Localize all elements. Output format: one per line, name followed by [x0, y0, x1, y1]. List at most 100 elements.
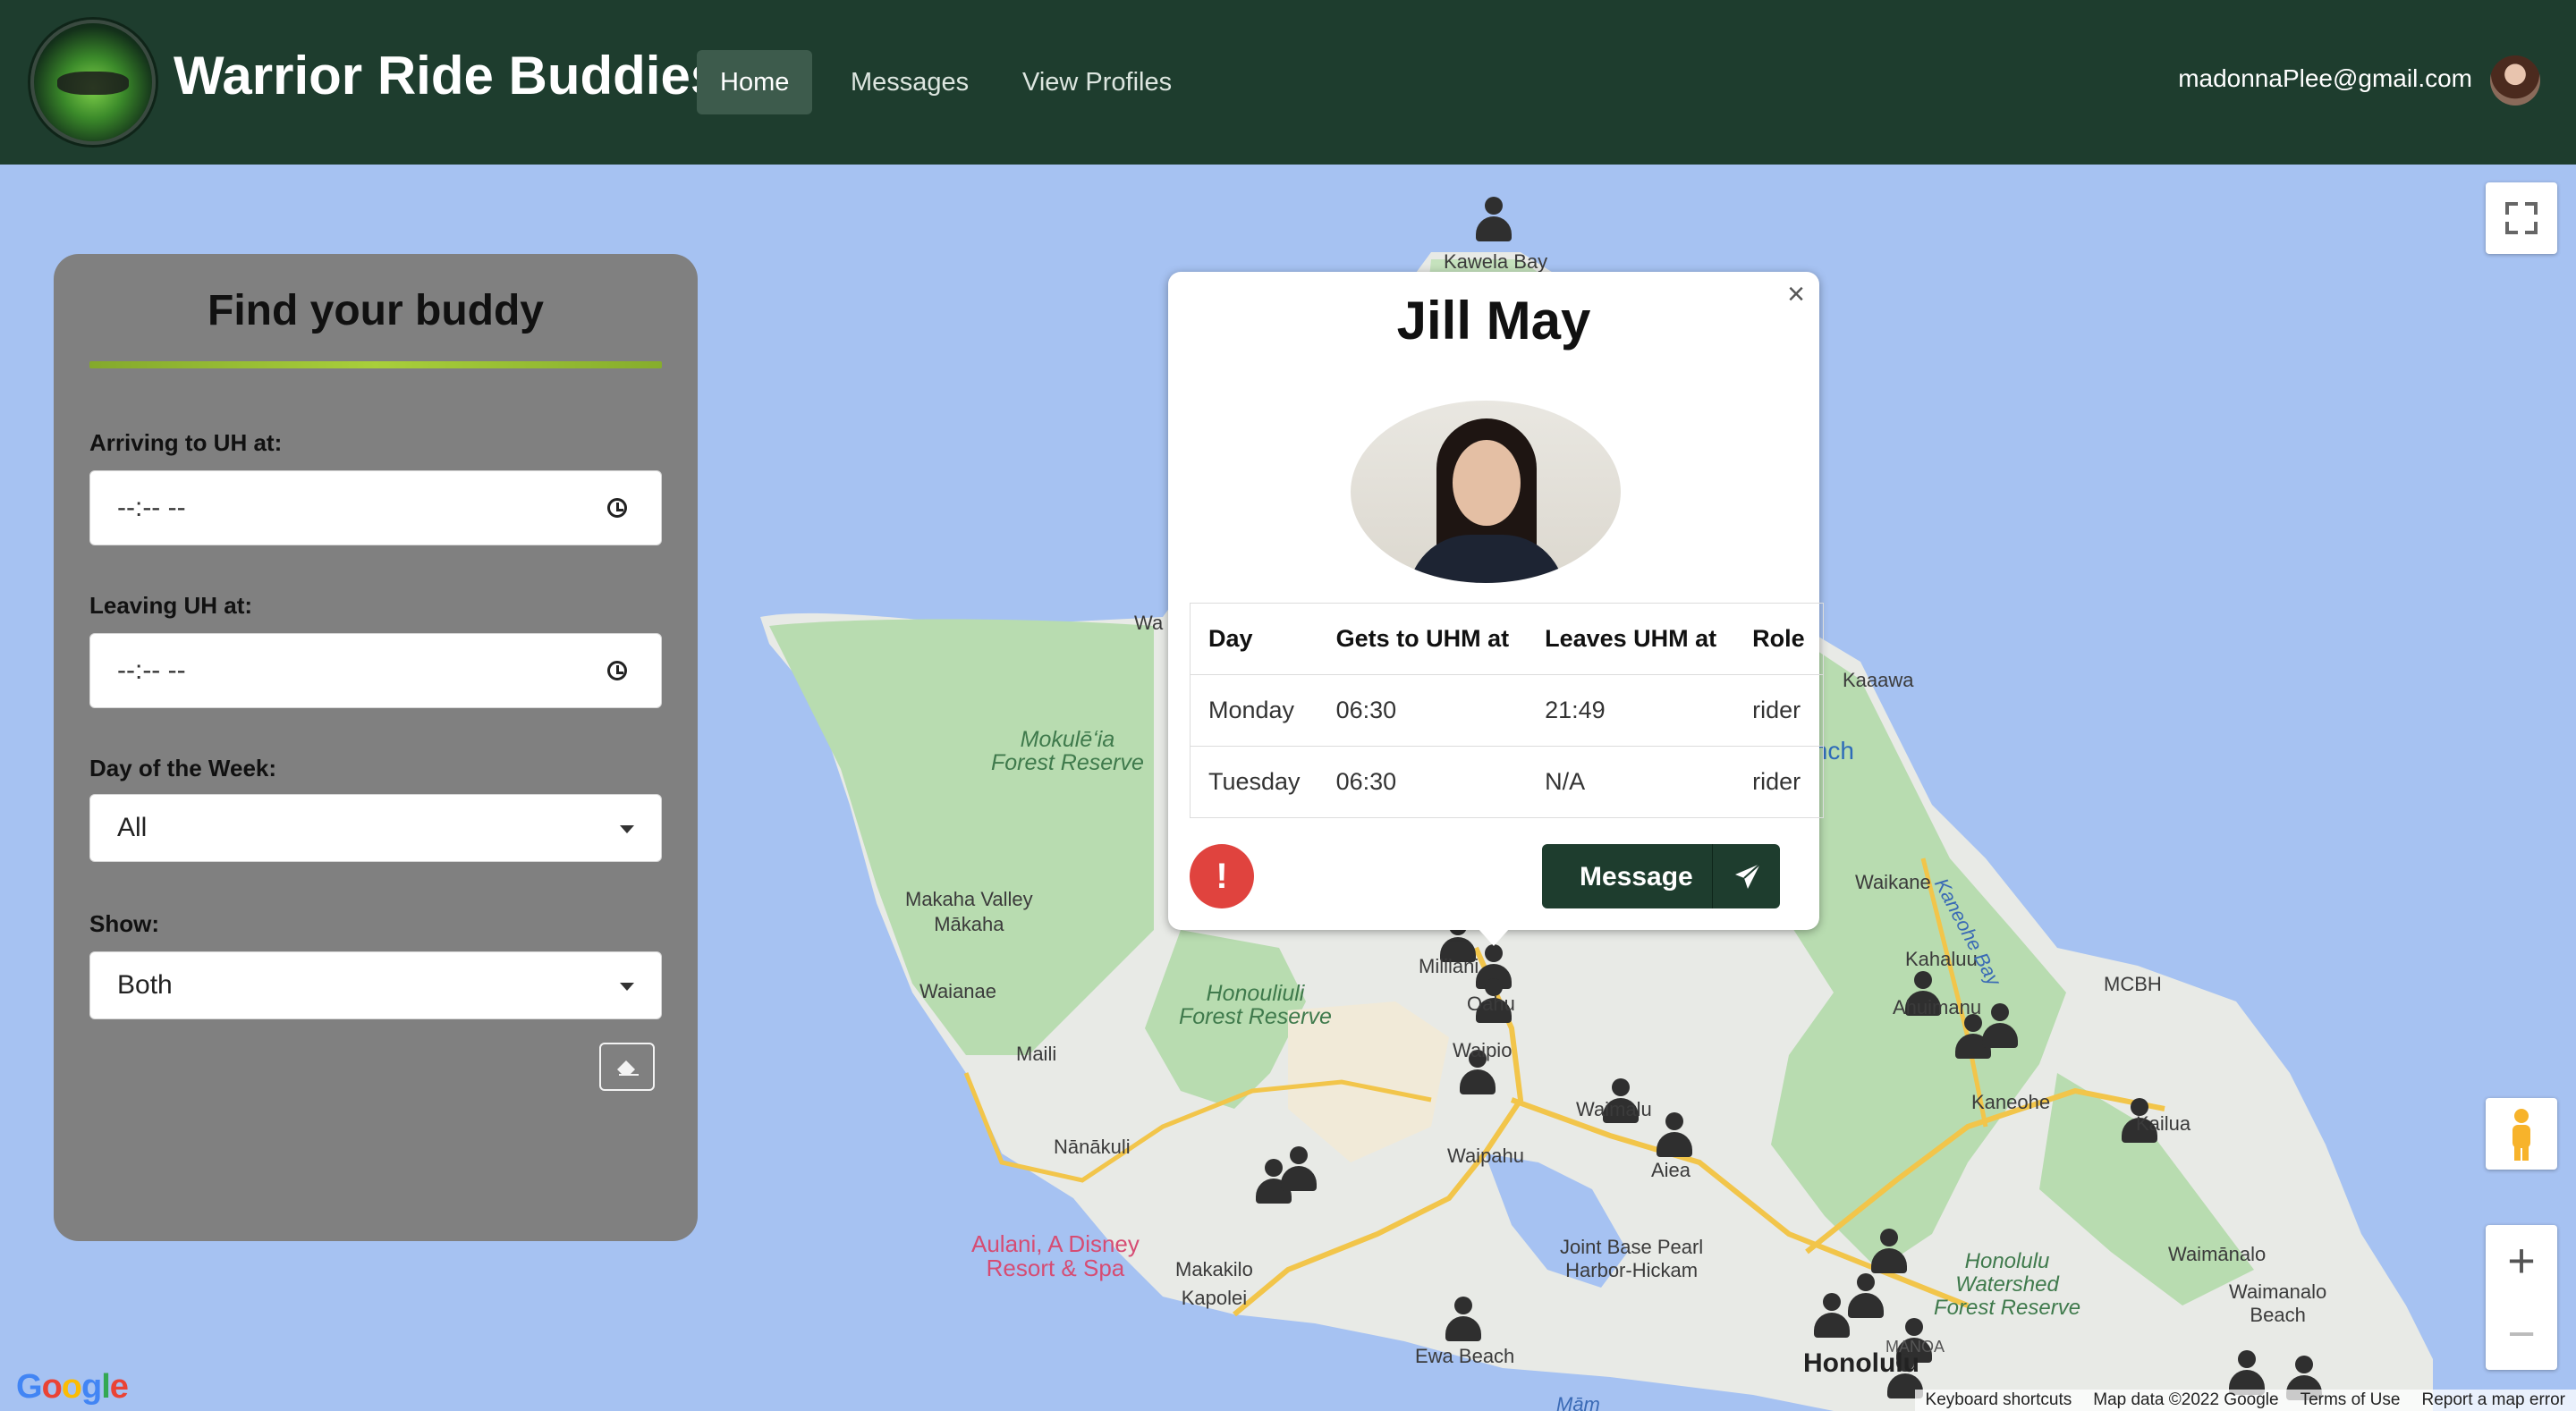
- map-label-honouliuli: Honouliuli Forest Reserve: [1179, 981, 1332, 1029]
- cell-leaves: N/A: [1545, 768, 1586, 795]
- nav-messages-link[interactable]: Messages: [827, 50, 992, 114]
- buddy-photo: [1351, 401, 1621, 583]
- navbar: Warrior Ride Buddies Home Messages View …: [0, 0, 2576, 165]
- zoom-in-button[interactable]: +: [2486, 1225, 2557, 1297]
- cell-gets-to: 06:30: [1335, 768, 1397, 795]
- zoom-out-button[interactable]: −: [2486, 1298, 2557, 1370]
- cell-leaves: 21:49: [1527, 674, 1735, 747]
- map-label-wahiawa: Wa: [1134, 612, 1164, 634]
- google-logo[interactable]: Google: [16, 1368, 129, 1407]
- buddy-info-popup: × Jill May Day Gets to UHM at Leaves UHM…: [1168, 272, 1824, 930]
- cell-role: rider: [1752, 768, 1801, 795]
- buddy-marker[interactable]: [1869, 1229, 1909, 1275]
- cell-gets-to: 06:30: [1318, 674, 1528, 747]
- day-of-week-select[interactable]: All: [89, 794, 662, 862]
- show-label: Show:: [89, 910, 159, 937]
- chevron-down-icon: [620, 825, 634, 833]
- map-label-makaha: Makaha Valley Mākaha: [905, 888, 1033, 935]
- message-button[interactable]: Message: [1542, 844, 1780, 908]
- buddy-marker[interactable]: [1279, 1146, 1318, 1193]
- map-label-ahuimanu: Ahuimanu: [1893, 996, 1982, 1018]
- map-label-pearl-harbor: Joint Base Pearl Harbor-Hickam: [1560, 1236, 1704, 1281]
- map-label-aiea: Aiea: [1651, 1159, 1691, 1181]
- user-avatar-icon[interactable]: [2490, 55, 2540, 106]
- cell-role: rider: [1734, 674, 1824, 747]
- buddy-marker[interactable]: [1655, 1112, 1694, 1159]
- day-of-week-label: Day of the Week:: [89, 755, 277, 782]
- map-label-mamala: Mām: [1556, 1393, 1600, 1411]
- table-row: Tuesday 06:30 N/A rider: [1191, 747, 1824, 818]
- map-data-text: Map data ©2022 Google: [2093, 1390, 2279, 1409]
- cell-day: Monday: [1190, 674, 1318, 747]
- buddy-marker[interactable]: [1846, 1273, 1885, 1320]
- cell-day: Tuesday: [1208, 768, 1301, 795]
- arriving-time-input[interactable]: --:-- --: [89, 470, 662, 545]
- fullscreen-button[interactable]: [2486, 182, 2557, 254]
- zoom-control: + −: [2486, 1225, 2557, 1370]
- map-label-oahu: Oahu: [1467, 993, 1515, 1015]
- terms-of-use-link[interactable]: Terms of Use: [2290, 1390, 2411, 1411]
- map-label-manoa: MANOA: [1885, 1338, 1945, 1356]
- leaving-label: Leaving UH at:: [89, 592, 253, 619]
- filter-panel: Find your buddy Arriving to UH at: --:--…: [54, 254, 698, 1241]
- map-label-watershed: Honolulu Watershed Forest Reserve: [1934, 1249, 2081, 1320]
- street-view-pegman-icon: [2512, 1109, 2530, 1161]
- fullscreen-icon: [2505, 202, 2538, 234]
- button-divider: [1712, 844, 1713, 908]
- map-label-kailua: Kailua: [2136, 1112, 2191, 1135]
- eraser-icon: [617, 1060, 639, 1076]
- clock-icon[interactable]: [607, 661, 627, 680]
- buddy-marker[interactable]: [1444, 1297, 1483, 1343]
- map-label-mcbh: MCBH: [2104, 973, 2162, 995]
- schedule-table: Day Gets to UHM at Leaves UHM at Role Mo…: [1190, 603, 1824, 818]
- user-email-menu[interactable]: madonnaPlee@gmail.com: [2178, 64, 2472, 93]
- map-label-waipahu: Waipahu: [1447, 1145, 1525, 1167]
- buddy-marker[interactable]: [1812, 1293, 1852, 1339]
- leaving-time-value: --:-- --: [117, 655, 186, 685]
- column-header-leaves: Leaves UHM at: [1527, 603, 1735, 675]
- leaving-time-input[interactable]: --:-- --: [89, 633, 662, 708]
- message-button-label: Message: [1580, 862, 1693, 891]
- clock-icon[interactable]: [607, 498, 627, 518]
- map-label-waianae: Waianae: [919, 980, 997, 1002]
- table-row: Monday 06:30 21:49 rider: [1190, 674, 1824, 747]
- map-label-makakilo: Makakilo Kapolei: [1175, 1258, 1253, 1309]
- report-button[interactable]: !: [1190, 844, 1254, 908]
- column-header-role: Role: [1734, 603, 1824, 675]
- map-label-mililani: Mililani: [1419, 955, 1479, 977]
- keyboard-shortcuts-link[interactable]: Keyboard shortcuts: [1915, 1390, 2083, 1411]
- map-label-mokuleia: Mokulēʻia Forest Reserve: [991, 727, 1144, 775]
- clear-filters-button[interactable]: [599, 1043, 655, 1091]
- map-label-maili: Maili: [1016, 1043, 1057, 1065]
- street-view-button[interactable]: [2486, 1098, 2557, 1170]
- filter-title: Find your buddy: [208, 287, 544, 334]
- day-of-week-value: All: [117, 813, 148, 842]
- map-label-ewa: Ewa Beach: [1415, 1345, 1515, 1367]
- table-header-row: Day Gets to UHM at Leaves UHM at Role: [1190, 603, 1824, 675]
- column-header-day: Day: [1190, 603, 1318, 675]
- arriving-time-value: --:-- --: [117, 493, 186, 522]
- map-label-aulani: Aulani, A Disney Resort & Spa: [971, 1230, 1140, 1281]
- paper-plane-icon: [1735, 863, 1761, 889]
- map-label-waikane: Waikane: [1855, 871, 1931, 893]
- buddy-marker[interactable]: [1474, 197, 1513, 243]
- map-label-kaaawa: Kaaawa: [1843, 669, 1914, 691]
- map-attribution: Keyboard shortcuts Map data ©2022 Google T…: [1914, 1390, 2576, 1411]
- column-header-gets-to: Gets to UHM at: [1318, 603, 1528, 675]
- report-map-error-link[interactable]: Report a map error: [2411, 1390, 2576, 1411]
- map-label-nanakuli: Nānākuli: [1054, 1136, 1131, 1158]
- show-value: Both: [117, 970, 173, 1000]
- logo-icon[interactable]: [30, 20, 156, 145]
- show-select[interactable]: Both: [89, 951, 662, 1019]
- title-underline: [89, 361, 662, 368]
- brand-title[interactable]: Warrior Ride Buddies: [174, 45, 720, 106]
- map-label-kawela: Kawela Bay: [1444, 250, 1548, 273]
- buddy-marker[interactable]: [1980, 1003, 2020, 1050]
- nav-view-profiles-link[interactable]: View Profiles: [999, 50, 1195, 114]
- chevron-down-icon: [620, 983, 634, 991]
- map-label-kaneohe: Kaneohe: [1971, 1091, 2051, 1113]
- map-label-waimalu: Waimalu: [1576, 1098, 1652, 1120]
- nav-home-link[interactable]: Home: [697, 50, 813, 114]
- map-label-waipio: Waipio: [1453, 1039, 1513, 1061]
- map-label-waimanalo: Waimānalo: [2168, 1243, 2267, 1265]
